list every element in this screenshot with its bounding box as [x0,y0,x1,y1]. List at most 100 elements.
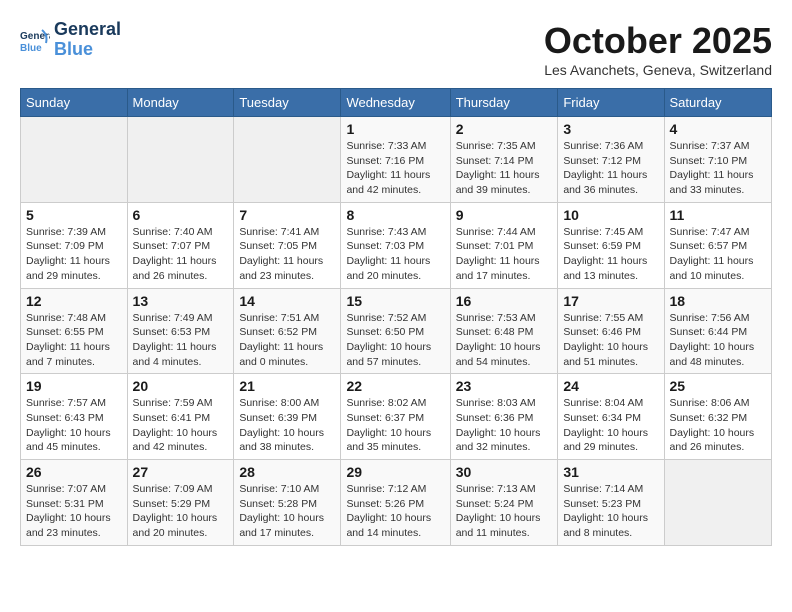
day-number: 7 [239,207,335,223]
calendar-cell: 24 Sunrise: 8:04 AM Sunset: 6:34 PM Dayli… [558,374,664,460]
calendar-cell: 3 Sunrise: 7:36 AM Sunset: 7:12 PM Daylig… [558,117,664,203]
calendar-cell: 23Sunrise: 8:03 AM Sunset: 6:36 PM Dayli… [450,374,558,460]
day-info: Sunrise: 7:35 AM Sunset: 7:14 PM Dayligh… [456,139,553,198]
day-info: Sunrise: 7:12 AM Sunset: 5:26 PM Dayligh… [346,482,444,541]
weekday-header: Tuesday [234,89,341,117]
svg-text:Blue: Blue [20,43,42,54]
logo-icon: General Blue [20,25,50,55]
day-number: 31 [563,464,658,480]
day-info: Sunrise: 7:37 AM Sunset: 7:10 PM Dayligh… [670,139,766,198]
day-number: 9 [456,207,553,223]
calendar-cell: 11Sunrise: 7:47 AM Sunset: 6:57 PM Dayli… [664,202,771,288]
calendar-cell: 30Sunrise: 7:13 AM Sunset: 5:24 PM Dayli… [450,460,558,546]
day-number: 24 [563,378,658,394]
day-number: 27 [133,464,229,480]
calendar-cell [21,117,128,203]
day-number: 23 [456,378,553,394]
calendar-cell: 12 Sunrise: 7:48 AM Sunset: 6:55 PM Dayli… [21,288,128,374]
calendar-cell: 10 Sunrise: 7:45 AM Sunset: 6:59 PM Dayli… [558,202,664,288]
day-number: 3 [563,121,658,137]
day-number: 17 [563,293,658,309]
day-number: 14 [239,293,335,309]
page-header: General Blue General Blue October 2025 L… [20,20,772,78]
day-info: Sunrise: 7:36 AM Sunset: 7:12 PM Dayligh… [563,139,658,198]
calendar-cell: 26 Sunrise: 7:07 AM Sunset: 5:31 PM Dayli… [21,460,128,546]
day-info: Sunrise: 8:06 AM Sunset: 6:32 PM Dayligh… [670,396,766,455]
day-number: 20 [133,378,229,394]
day-number: 6 [133,207,229,223]
day-number: 18 [670,293,766,309]
day-number: 1 [346,121,444,137]
calendar-cell: 31 Sunrise: 7:14 AM Sunset: 5:23 PM Dayli… [558,460,664,546]
calendar-week-row: 12 Sunrise: 7:48 AM Sunset: 6:55 PM Dayli… [21,288,772,374]
day-number: 4 [670,121,766,137]
calendar-cell: 28Sunrise: 7:10 AM Sunset: 5:28 PM Dayli… [234,460,341,546]
day-info: Sunrise: 7:10 AM Sunset: 5:28 PM Dayligh… [239,482,335,541]
calendar-week-row: 1 Sunrise: 7:33 AM Sunset: 7:16 PM Daylig… [21,117,772,203]
day-info: Sunrise: 7:09 AM Sunset: 5:29 PM Dayligh… [133,482,229,541]
day-number: 22 [346,378,444,394]
calendar-cell [664,460,771,546]
day-number: 25 [670,378,766,394]
day-number: 19 [26,378,122,394]
day-info: Sunrise: 8:04 AM Sunset: 6:34 PM Dayligh… [563,396,658,455]
day-number: 13 [133,293,229,309]
calendar-week-row: 5Sunrise: 7:39 AM Sunset: 7:09 PM Daylig… [21,202,772,288]
day-info: Sunrise: 7:45 AM Sunset: 6:59 PM Dayligh… [563,225,658,284]
calendar-cell: 9 Sunrise: 7:44 AM Sunset: 7:01 PM Daylig… [450,202,558,288]
calendar-cell: 17 Sunrise: 7:55 AM Sunset: 6:46 PM Dayli… [558,288,664,374]
calendar-cell: 27 Sunrise: 7:09 AM Sunset: 5:29 PM Dayli… [127,460,234,546]
weekday-header-row: SundayMondayTuesdayWednesdayThursdayFrid… [21,89,772,117]
day-number: 10 [563,207,658,223]
day-info: Sunrise: 7:41 AM Sunset: 7:05 PM Dayligh… [239,225,335,284]
calendar-cell: 5Sunrise: 7:39 AM Sunset: 7:09 PM Daylig… [21,202,128,288]
day-number: 16 [456,293,553,309]
calendar-cell: 25 Sunrise: 8:06 AM Sunset: 6:32 PM Dayli… [664,374,771,460]
day-info: Sunrise: 7:39 AM Sunset: 7:09 PM Dayligh… [26,225,122,284]
day-number: 21 [239,378,335,394]
day-number: 12 [26,293,122,309]
day-info: Sunrise: 7:40 AM Sunset: 7:07 PM Dayligh… [133,225,229,284]
weekday-header: Monday [127,89,234,117]
title-block: October 2025 Les Avanchets, Geneva, Swit… [544,20,772,78]
calendar-cell: 22 Sunrise: 8:02 AM Sunset: 6:37 PM Dayli… [341,374,450,460]
day-info: Sunrise: 7:13 AM Sunset: 5:24 PM Dayligh… [456,482,553,541]
calendar-cell [234,117,341,203]
day-number: 2 [456,121,553,137]
day-info: Sunrise: 7:53 AM Sunset: 6:48 PM Dayligh… [456,311,553,370]
calendar-cell: 19 Sunrise: 7:57 AM Sunset: 6:43 PM Dayli… [21,374,128,460]
day-info: Sunrise: 8:00 AM Sunset: 6:39 PM Dayligh… [239,396,335,455]
day-info: Sunrise: 7:44 AM Sunset: 7:01 PM Dayligh… [456,225,553,284]
calendar-cell: 1 Sunrise: 7:33 AM Sunset: 7:16 PM Daylig… [341,117,450,203]
day-number: 29 [346,464,444,480]
day-info: Sunrise: 7:33 AM Sunset: 7:16 PM Dayligh… [346,139,444,198]
day-number: 11 [670,207,766,223]
calendar-cell: 21 Sunrise: 8:00 AM Sunset: 6:39 PM Dayli… [234,374,341,460]
calendar-cell: 14 Sunrise: 7:51 AM Sunset: 6:52 PM Dayli… [234,288,341,374]
day-info: Sunrise: 7:48 AM Sunset: 6:55 PM Dayligh… [26,311,122,370]
calendar-cell [127,117,234,203]
calendar-cell: 18 Sunrise: 7:56 AM Sunset: 6:44 PM Dayli… [664,288,771,374]
calendar-cell: 6 Sunrise: 7:40 AM Sunset: 7:07 PM Daylig… [127,202,234,288]
month-title: October 2025 [544,20,772,62]
day-info: Sunrise: 7:55 AM Sunset: 6:46 PM Dayligh… [563,311,658,370]
day-info: Sunrise: 7:57 AM Sunset: 6:43 PM Dayligh… [26,396,122,455]
day-info: Sunrise: 7:51 AM Sunset: 6:52 PM Dayligh… [239,311,335,370]
location: Les Avanchets, Geneva, Switzerland [544,62,772,78]
calendar-cell: 4 Sunrise: 7:37 AM Sunset: 7:10 PM Daylig… [664,117,771,203]
calendar-cell: 2 Sunrise: 7:35 AM Sunset: 7:14 PM Daylig… [450,117,558,203]
day-info: Sunrise: 8:02 AM Sunset: 6:37 PM Dayligh… [346,396,444,455]
day-info: Sunrise: 7:56 AM Sunset: 6:44 PM Dayligh… [670,311,766,370]
day-info: Sunrise: 7:43 AM Sunset: 7:03 PM Dayligh… [346,225,444,284]
day-info: Sunrise: 7:07 AM Sunset: 5:31 PM Dayligh… [26,482,122,541]
calendar-cell: 15 Sunrise: 7:52 AM Sunset: 6:50 PM Dayli… [341,288,450,374]
calendar-table: SundayMondayTuesdayWednesdayThursdayFrid… [20,88,772,546]
day-info: Sunrise: 7:52 AM Sunset: 6:50 PM Dayligh… [346,311,444,370]
day-number: 15 [346,293,444,309]
calendar-cell: 7 Sunrise: 7:41 AM Sunset: 7:05 PM Daylig… [234,202,341,288]
day-info: Sunrise: 7:49 AM Sunset: 6:53 PM Dayligh… [133,311,229,370]
day-info: Sunrise: 7:14 AM Sunset: 5:23 PM Dayligh… [563,482,658,541]
day-number: 26 [26,464,122,480]
logo: General Blue General Blue [20,20,121,60]
weekday-header: Sunday [21,89,128,117]
